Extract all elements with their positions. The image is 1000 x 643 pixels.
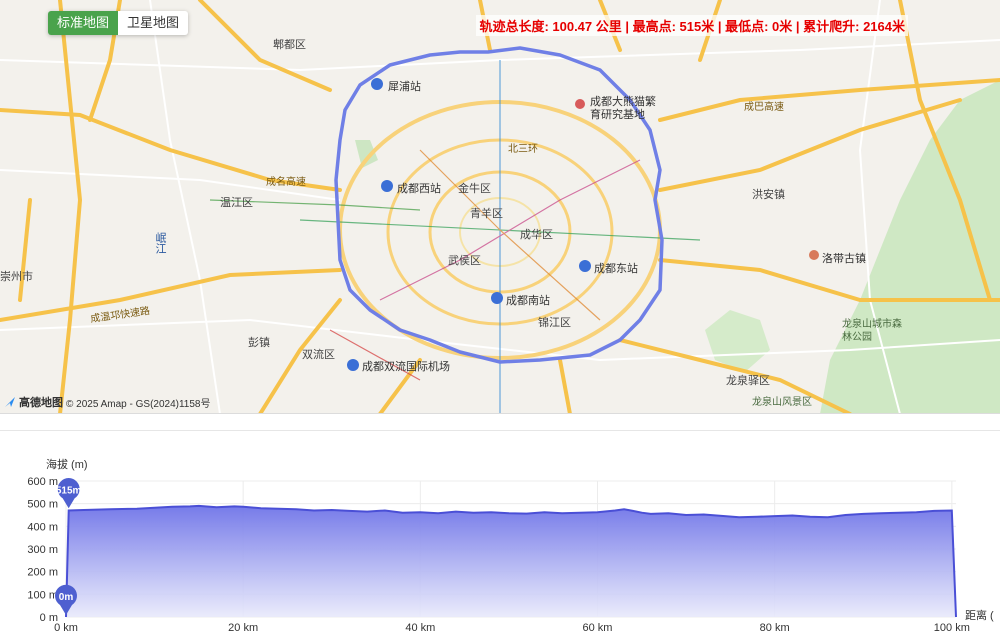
- x-tick-label: 60 km: [583, 622, 613, 634]
- svg-text:515m: 515m: [56, 485, 82, 496]
- label-xipu[interactable]: 犀浦站: [388, 78, 421, 94]
- track-stats: 轨迹总长度: 100.47 公里 | 最高点: 515米 | 最低点: 0米 |…: [476, 15, 908, 36]
- label-jinniu: 金牛区: [458, 183, 491, 195]
- label-longquanshan-park: 龙泉山城市森林公园: [842, 319, 902, 343]
- label-longquan-scenic: 龙泉山风景区: [752, 397, 812, 408]
- label-longquanyi: 龙泉驿区: [726, 375, 770, 387]
- svg-text:0m: 0m: [59, 592, 74, 603]
- label-chengming: 成名高速: [266, 177, 306, 188]
- label-shuangliu-airport[interactable]: 成都双流国际机场: [362, 358, 450, 374]
- label-chongzhou: 崇州市: [0, 271, 33, 283]
- elevation-chart: 0 m100 m200 m300 m400 m500 m600 m0 km 20 …: [27, 457, 994, 634]
- label-giant-panda[interactable]: 成都大熊猫繁育研究基地: [590, 96, 666, 122]
- y-tick-label: 200 m: [27, 567, 58, 579]
- x-tick-label: 20 km: [228, 622, 258, 634]
- label-chengba: 成巴高速: [744, 102, 784, 113]
- label-luodai[interactable]: 洛带古镇: [822, 250, 866, 266]
- label-hongan: 洪安镇: [752, 189, 785, 201]
- y-tick-label: 500 m: [27, 499, 58, 511]
- y-axis-title: 海拔 (m): [46, 457, 88, 471]
- label-north-ring: 北三环: [508, 144, 538, 155]
- label-shuangliu-district: 双流区: [302, 349, 335, 361]
- x-axis-title: 距离 (: [965, 608, 994, 622]
- map-type-switcher: 标准地图 卫星地图: [48, 11, 189, 35]
- amap-copyright: © 2025 Amap - GS(2024)1158号: [66, 398, 211, 410]
- label-pidu: 郫都区: [273, 39, 306, 51]
- map-view[interactable]: 郫都区 犀浦站 成都大熊猫繁育研究基地 成都西站 金牛区 青羊区 成华区 武侯区…: [0, 0, 1000, 414]
- amap-attribution: 高德地图 © 2025 Amap - GS(2024)1158号: [4, 394, 211, 410]
- label-chengdu-south[interactable]: 成都南站: [506, 292, 550, 308]
- label-chengdu-west[interactable]: 成都西站: [397, 180, 441, 196]
- y-tick-label: 600 m: [27, 476, 58, 488]
- x-tick-label: 100 km: [934, 622, 970, 634]
- label-chenghua: 成华区: [520, 229, 553, 241]
- label-qingyang: 青羊区: [470, 208, 503, 220]
- x-tick-label: 40 km: [405, 622, 435, 634]
- satellite-map-button[interactable]: 卫星地图: [118, 11, 188, 35]
- label-jinjiang: 锦江区: [538, 317, 571, 329]
- amap-logo-icon: [5, 397, 15, 407]
- label-wuhou: 武侯区: [448, 255, 481, 267]
- label-chengdu-east[interactable]: 成都东站: [594, 260, 638, 276]
- elevation-area: [66, 505, 956, 617]
- y-tick-label: 300 m: [27, 544, 58, 556]
- standard-map-button[interactable]: 标准地图: [48, 11, 119, 35]
- label-pengzhen: 彭镇: [248, 337, 270, 349]
- amap-logo-text[interactable]: 高德地图: [19, 394, 63, 410]
- x-tick-label: 0 km: [54, 622, 78, 634]
- elevation-profile[interactable]: 0 m 100 m 200 m 300 m 400 m 500 m 600 m0 km 20 …: [0, 430, 1000, 642]
- y-tick-label: 400 m: [27, 521, 58, 533]
- label-minjiang: 岷江: [154, 232, 166, 254]
- y-tick-label: 100 m: [27, 589, 58, 601]
- label-wenjiang: 温江区: [220, 197, 253, 209]
- x-tick-label: 80 km: [760, 622, 790, 634]
